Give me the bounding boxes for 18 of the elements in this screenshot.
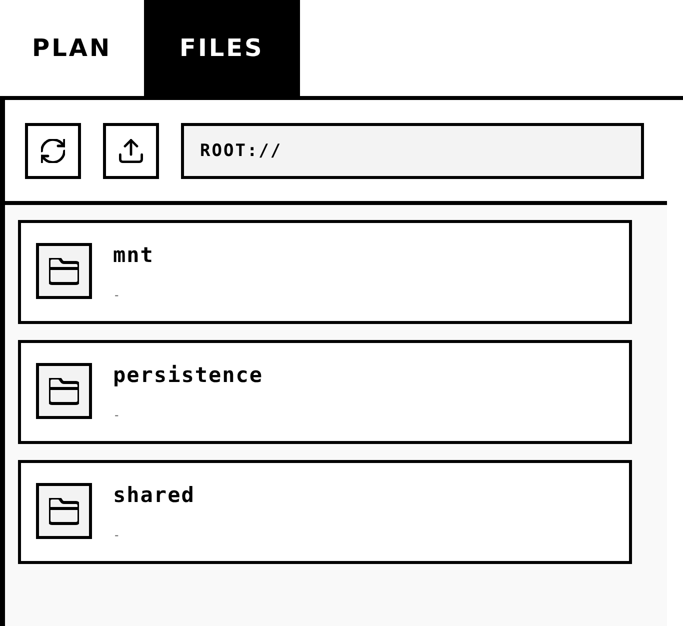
- folder-card[interactable]: mnt -: [18, 220, 632, 324]
- folder-icon: [36, 243, 92, 299]
- upload-icon: [119, 139, 143, 163]
- folder-detail: -: [113, 527, 120, 543]
- folder-card[interactable]: persistence -: [18, 340, 632, 444]
- refresh-button[interactable]: [25, 123, 81, 179]
- upload-button[interactable]: [103, 123, 159, 179]
- folder-name: mnt: [113, 243, 154, 267]
- folder-card[interactable]: shared -: [18, 460, 632, 564]
- folder-detail: -: [113, 287, 120, 303]
- path-field[interactable]: ROOT://: [181, 123, 644, 179]
- folder-icon: [36, 363, 92, 419]
- refresh-icon: [41, 139, 65, 163]
- tab[interactable]: FILES: [144, 0, 300, 96]
- folder-name: shared: [113, 483, 195, 507]
- folder-name: persistence: [113, 363, 264, 387]
- folder-detail: -: [113, 407, 120, 423]
- folder-icon: [36, 483, 92, 539]
